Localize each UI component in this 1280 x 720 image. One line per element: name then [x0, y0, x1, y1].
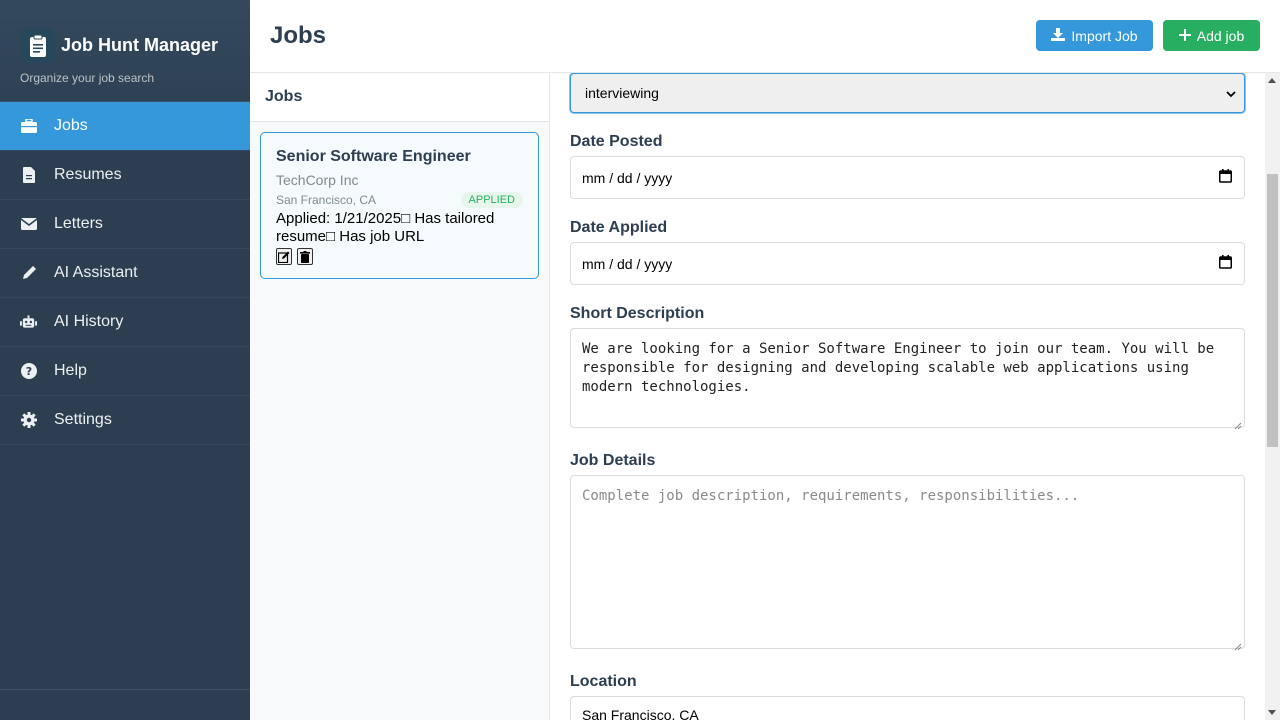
envelope-icon — [20, 216, 37, 233]
date-applied-value: mm / dd / yyyy — [582, 255, 673, 272]
import-job-label: Import Job — [1071, 27, 1138, 44]
sidebar-item-help[interactable]: ? Help — [0, 347, 250, 396]
job-details-placeholder: Complete job description, requirements, … — [582, 488, 1080, 504]
sidebar-item-resumes[interactable]: Resumes — [0, 151, 250, 200]
short-description-value: We are looking for a Senior Software Eng… — [582, 341, 1215, 395]
job-meta: Applied: 1/21/2025□ Has tailored resume□… — [276, 210, 495, 245]
status-select[interactable]: interviewing — [570, 73, 1245, 113]
status-select-value: interviewing — [585, 85, 659, 101]
sidebar: Job Hunt Manager Organize your job searc… — [0, 0, 250, 720]
date-applied-label: Date Applied — [570, 219, 668, 236]
short-description-textarea[interactable]: We are looking for a Senior Software Eng… — [570, 328, 1245, 430]
svg-text:?: ? — [25, 365, 31, 378]
sidebar-item-jobs[interactable]: Jobs — [0, 102, 250, 151]
resize-grip-icon[interactable] — [1234, 417, 1242, 430]
sidebar-item-letters[interactable]: Letters — [0, 200, 250, 249]
gear-icon — [20, 412, 37, 429]
short-description-label: Short Description — [570, 305, 705, 322]
sidebar-item-label: AI History — [54, 313, 124, 330]
app-subtitle: Organize your job search — [20, 71, 155, 85]
job-card[interactable]: Senior Software Engineer TechCorp Inc Sa… — [260, 132, 539, 279]
top-header: Jobs Import Job Add job — [250, 0, 1280, 73]
robot-icon — [20, 314, 37, 331]
form-scrollbar[interactable] — [1265, 73, 1280, 720]
app-title: Job Hunt Manager — [61, 35, 219, 55]
sidebar-item-settings[interactable]: Settings — [0, 396, 250, 445]
job-edit-form: interviewing Date Posted mm / dd / yyyy … — [550, 73, 1265, 720]
sidebar-item-label: Help — [54, 362, 87, 379]
plus-icon — [1178, 28, 1191, 44]
calendar-icon[interactable] — [1219, 169, 1232, 186]
sidebar-nav: Jobs Resumes Letters AI Assistant AI His… — [0, 102, 250, 445]
sidebar-footer-divider — [0, 689, 250, 690]
sidebar-item-label: Settings — [54, 411, 112, 428]
briefcase-icon — [20, 118, 37, 135]
sidebar-item-label: Letters — [54, 215, 103, 232]
add-job-button[interactable]: Add job — [1163, 20, 1260, 51]
job-details-label: Job Details — [570, 452, 656, 469]
location-input[interactable]: San Francisco, CA — [570, 696, 1245, 720]
brand-header: Job Hunt Manager Organize your job searc… — [0, 0, 250, 102]
date-posted-label: Date Posted — [570, 133, 663, 150]
date-posted-value: mm / dd / yyyy — [582, 169, 673, 186]
scroll-thumb[interactable] — [1267, 174, 1278, 447]
scroll-up-arrow-icon[interactable] — [1268, 78, 1276, 83]
job-company: TechCorp Inc — [276, 172, 359, 188]
location-label: Location — [570, 673, 637, 690]
jobs-list-heading: Jobs — [250, 73, 549, 122]
add-job-label: Add job — [1196, 27, 1245, 44]
sidebar-item-label: AI Assistant — [54, 264, 138, 281]
calendar-icon[interactable] — [1219, 255, 1232, 272]
jobs-list-panel: Jobs Senior Software Engineer TechCorp I… — [250, 73, 550, 720]
trash-icon[interactable] — [297, 248, 313, 265]
download-icon — [1051, 27, 1066, 44]
question-circle-icon: ? — [20, 363, 37, 380]
sidebar-item-label: Jobs — [54, 117, 88, 134]
chevron-down-icon — [1226, 85, 1236, 101]
location-value: San Francisco, CA — [582, 707, 699, 720]
job-title: Senior Software Engineer — [276, 148, 471, 165]
page-title: Jobs — [270, 22, 327, 49]
import-job-button[interactable]: Import Job — [1036, 20, 1153, 51]
resize-grip-icon[interactable] — [1234, 638, 1242, 651]
sidebar-item-label: Resumes — [54, 166, 122, 183]
sidebar-item-ai-assistant[interactable]: AI Assistant — [0, 249, 250, 298]
pencil-icon — [20, 265, 37, 282]
edit-icon[interactable] — [276, 248, 292, 265]
date-posted-input[interactable]: mm / dd / yyyy — [570, 156, 1245, 199]
scroll-down-arrow-icon[interactable] — [1268, 710, 1276, 715]
job-location: San Francisco, CA — [276, 193, 377, 207]
file-icon — [20, 167, 37, 184]
clipboard-document-icon — [20, 28, 55, 63]
sidebar-item-ai-history[interactable]: AI History — [0, 298, 250, 347]
job-details-textarea[interactable]: Complete job description, requirements, … — [570, 475, 1245, 651]
status-badge: APPLIED — [460, 192, 523, 208]
date-applied-input[interactable]: mm / dd / yyyy — [570, 242, 1245, 285]
